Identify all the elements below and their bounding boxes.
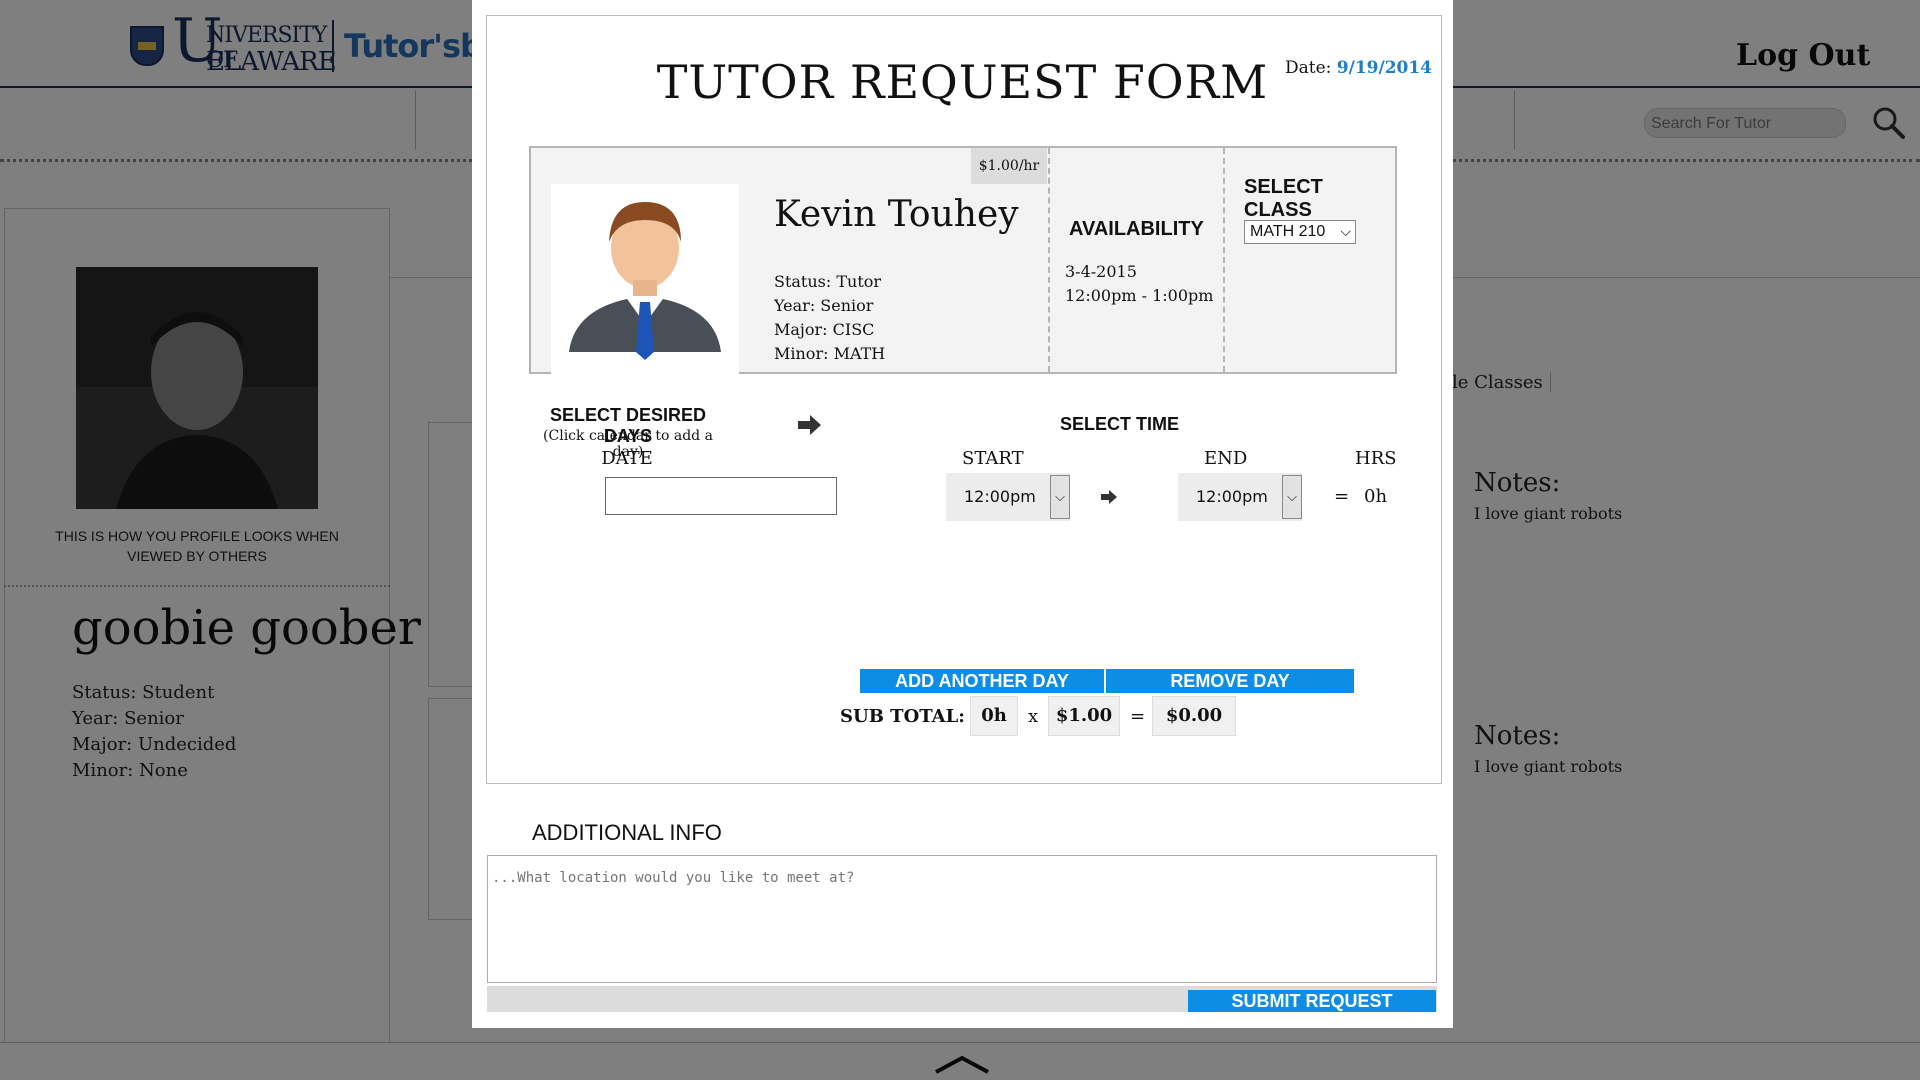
tutor-avatar-icon <box>551 184 739 374</box>
arrow-right-icon <box>798 415 821 435</box>
tutor-name: Kevin Touhey <box>774 194 1019 235</box>
subtotal-equals: = <box>1130 706 1146 727</box>
tutor-details: Status: Tutor Year: Senior Major: CISC M… <box>774 270 885 366</box>
select-class-title: SELECT CLASS <box>1244 176 1323 221</box>
tutor-info-panel: $1.00/hr Kevin Touhey Status: Tutor Year… <box>529 146 1397 374</box>
date-column-label: DATE <box>601 448 653 469</box>
subtotal-total: $0.00 <box>1152 696 1236 736</box>
availability-details: 3-4-2015 12:00pm - 1:00pm <box>1065 260 1213 308</box>
end-time-value: 12:00pm <box>1196 487 1268 506</box>
class-select[interactable]: MATH 210 ⌵ <box>1244 220 1356 244</box>
hours-equals: = <box>1334 486 1350 507</box>
availability-time: 12:00pm - 1:00pm <box>1065 286 1214 305</box>
additional-info-textarea[interactable] <box>487 855 1437 983</box>
select-time-title: SELECT TIME <box>1060 414 1180 434</box>
chevron-down-icon[interactable]: ⌵ <box>1050 475 1070 519</box>
add-day-button[interactable]: ADD ANOTHER DAY <box>860 669 1104 693</box>
end-time-select[interactable]: 12:00pm ⌵ <box>1178 473 1302 521</box>
tutor-major: Major: CISC <box>774 320 875 339</box>
class-select-value: MATH 210 <box>1250 223 1326 240</box>
arrow-right-icon <box>1101 490 1117 504</box>
availability-title: AVAILABILITY <box>1069 218 1204 240</box>
start-time-value: 12:00pm <box>964 487 1036 506</box>
request-date: Date: 9/19/2014 <box>1285 58 1432 78</box>
date-value: 9/19/2014 <box>1336 58 1433 78</box>
start-time-select[interactable]: 12:00pm ⌵ <box>946 473 1070 521</box>
hrs-label: HRS <box>1355 448 1397 469</box>
chevron-down-icon: ⌵ <box>1340 223 1351 239</box>
panel-divider <box>1223 148 1225 372</box>
tutor-request-modal: TUTOR REQUEST FORM Date: 9/19/2014 $1.00… <box>472 0 1453 1028</box>
start-label: START <box>962 448 1024 469</box>
subtotal-times: x <box>1028 706 1039 727</box>
availability-date: 3-4-2015 <box>1065 262 1137 281</box>
subtotal-label: SUB TOTAL: <box>840 706 965 727</box>
date-input[interactable] <box>605 477 837 515</box>
additional-info-title: ADDITIONAL INFO <box>532 820 722 845</box>
tutor-year: Year: Senior <box>774 296 874 315</box>
remove-day-button[interactable]: REMOVE DAY <box>1106 669 1354 693</box>
rate-badge: $1.00/hr <box>971 148 1047 184</box>
tutor-status: Status: Tutor <box>774 272 882 291</box>
chevron-down-icon[interactable]: ⌵ <box>1282 475 1302 519</box>
subtotal-rate: $1.00 <box>1048 696 1120 736</box>
panel-divider <box>1048 148 1050 372</box>
hours-value: 0h <box>1364 486 1388 507</box>
subtotal-hours: 0h <box>970 696 1018 736</box>
tutor-minor: Minor: MATH <box>774 344 886 363</box>
end-label: END <box>1204 448 1248 469</box>
date-label: Date: <box>1285 58 1332 78</box>
submit-request-button[interactable]: SUBMIT REQUEST <box>1188 990 1436 1012</box>
